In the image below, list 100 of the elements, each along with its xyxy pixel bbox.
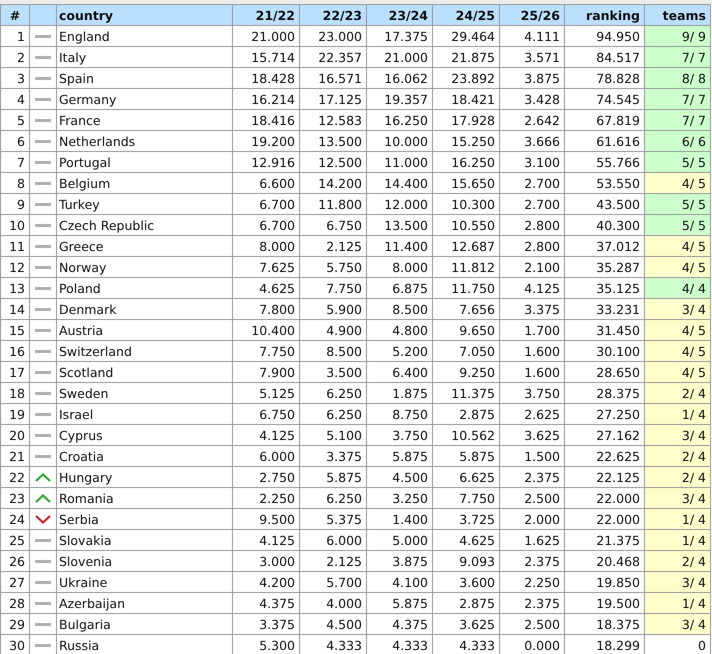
rank-cell: 15 bbox=[0, 320, 30, 340]
score-cell: 2.100 bbox=[500, 256, 564, 278]
score-cell: 11.800 bbox=[300, 194, 366, 214]
score-cell: 8.500 bbox=[300, 340, 366, 362]
ranking-cell: 31.450 bbox=[564, 320, 644, 340]
score-cell: 9.093 bbox=[432, 550, 500, 572]
column-header: country bbox=[59, 8, 114, 22]
ranking-cell: 35.125 bbox=[564, 278, 644, 298]
teams-cell: 7/ 7 bbox=[644, 46, 710, 68]
score-cell: 5.750 bbox=[300, 256, 366, 278]
score-cell: 2.875 bbox=[432, 404, 500, 424]
rank-cell: 14 bbox=[0, 298, 30, 320]
score-cell: 2.375 bbox=[500, 466, 564, 488]
score-cell: 17.375 bbox=[366, 26, 432, 46]
score-cell: 10.000 bbox=[366, 130, 432, 152]
score-cell: 21.000 bbox=[232, 26, 300, 46]
score-cell: 3.875 bbox=[366, 550, 432, 572]
column-header: 21/22 bbox=[256, 8, 295, 22]
ranking-cell: 28.650 bbox=[564, 362, 644, 382]
ranking-cell: 27.162 bbox=[564, 424, 644, 446]
teams-cell: 3/ 4 bbox=[644, 488, 710, 508]
score-cell: 16.571 bbox=[300, 68, 366, 88]
score-cell: 8.000 bbox=[232, 236, 300, 256]
teams-cell: 3/ 4 bbox=[644, 424, 710, 446]
score-cell: 2.750 bbox=[232, 466, 300, 488]
ranking-cell: 74.545 bbox=[564, 88, 644, 110]
score-cell: 4.500 bbox=[300, 614, 366, 634]
score-cell: 3.375 bbox=[300, 446, 366, 466]
ranking-cell: 21.375 bbox=[564, 530, 644, 550]
score-cell: 2.800 bbox=[500, 236, 564, 256]
score-cell: 6.250 bbox=[300, 382, 366, 404]
score-cell: 16.250 bbox=[366, 110, 432, 130]
score-cell: 16.214 bbox=[232, 88, 300, 110]
score-cell: 7.750 bbox=[432, 488, 500, 508]
teams-cell: 8/ 8 bbox=[644, 68, 710, 88]
score-cell: 4.111 bbox=[500, 26, 564, 46]
country-cell: Greece bbox=[56, 236, 232, 256]
country-cell: Israel bbox=[56, 404, 232, 424]
score-cell: 16.250 bbox=[432, 152, 500, 172]
score-cell: 2.700 bbox=[500, 194, 564, 214]
teams-cell: 3/ 4 bbox=[644, 572, 710, 592]
score-cell: 10.550 bbox=[432, 214, 500, 236]
score-cell: 3.428 bbox=[500, 88, 564, 110]
score-cell: 6.750 bbox=[300, 214, 366, 236]
score-cell: 5.875 bbox=[366, 446, 432, 466]
rank-cell: 7 bbox=[0, 152, 30, 172]
score-cell: 6.400 bbox=[366, 362, 432, 382]
score-cell: 12.916 bbox=[232, 152, 300, 172]
ranking-cell: 35.287 bbox=[564, 256, 644, 278]
country-cell: Denmark bbox=[56, 298, 232, 320]
ranking-cell: 33.231 bbox=[564, 298, 644, 320]
score-cell: 4.800 bbox=[366, 320, 432, 340]
score-cell: 3.666 bbox=[500, 130, 564, 152]
ranking-cell: 55.766 bbox=[564, 152, 644, 172]
score-cell: 11.750 bbox=[432, 278, 500, 298]
ranking-cell: 61.616 bbox=[564, 130, 644, 152]
rank-cell: 30 bbox=[0, 634, 30, 654]
rank-cell: 17 bbox=[0, 362, 30, 382]
score-cell: 21.000 bbox=[366, 46, 432, 68]
country-cell: Poland bbox=[56, 278, 232, 298]
rank-cell: 1 bbox=[0, 26, 30, 46]
score-cell: 3.000 bbox=[232, 550, 300, 572]
score-cell: 18.421 bbox=[432, 88, 500, 110]
rank-cell: 8 bbox=[0, 172, 30, 194]
teams-cell: 1/ 4 bbox=[644, 508, 710, 530]
teams-cell: 3/ 4 bbox=[644, 298, 710, 320]
teams-cell: 4/ 5 bbox=[644, 172, 710, 194]
rank-cell: 9 bbox=[0, 194, 30, 214]
score-cell: 4.100 bbox=[366, 572, 432, 592]
score-cell: 3.375 bbox=[500, 298, 564, 320]
rank-cell: 18 bbox=[0, 382, 30, 404]
score-cell: 4.375 bbox=[366, 614, 432, 634]
score-cell: 4.500 bbox=[366, 466, 432, 488]
score-cell: 7.900 bbox=[232, 362, 300, 382]
score-cell: 5.900 bbox=[300, 298, 366, 320]
score-cell: 13.500 bbox=[366, 214, 432, 236]
score-cell: 14.400 bbox=[366, 172, 432, 194]
score-cell: 6.625 bbox=[432, 466, 500, 488]
ranking-cell: 37.012 bbox=[564, 236, 644, 256]
score-cell: 12.583 bbox=[300, 110, 366, 130]
ranking-cell: 53.550 bbox=[564, 172, 644, 194]
ranking-cell: 84.517 bbox=[564, 46, 644, 68]
rank-cell: 4 bbox=[0, 88, 30, 110]
ranking-cell: 67.819 bbox=[564, 110, 644, 130]
ranking-cell: 94.950 bbox=[564, 26, 644, 46]
teams-cell: 2/ 4 bbox=[644, 550, 710, 572]
score-cell: 7.750 bbox=[232, 340, 300, 362]
teams-cell: 1/ 4 bbox=[644, 404, 710, 424]
ranking-cell: 19.500 bbox=[564, 592, 644, 614]
score-cell: 4.200 bbox=[232, 572, 300, 592]
score-cell: 6.000 bbox=[300, 530, 366, 550]
score-cell: 8.000 bbox=[366, 256, 432, 278]
rank-cell: 5 bbox=[0, 110, 30, 130]
column-header: 25/26 bbox=[520, 8, 560, 22]
score-cell: 12.687 bbox=[432, 236, 500, 256]
score-cell: 3.375 bbox=[232, 614, 300, 634]
score-cell: 5.125 bbox=[232, 382, 300, 404]
score-cell: 5.875 bbox=[432, 446, 500, 466]
score-cell: 6.250 bbox=[300, 488, 366, 508]
score-cell: 15.650 bbox=[432, 172, 500, 194]
